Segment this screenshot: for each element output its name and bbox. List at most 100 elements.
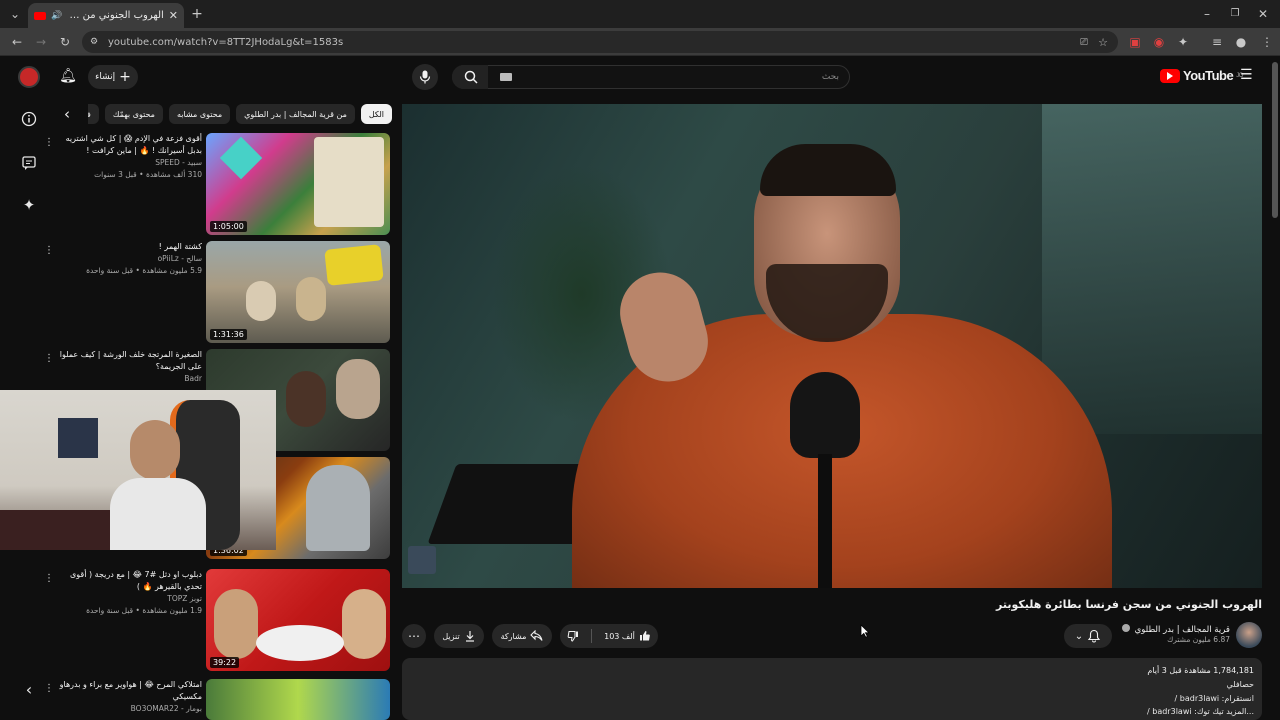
channel-name[interactable]: توبز TOPZ: [54, 593, 202, 605]
browser-tab[interactable]: ✕ الهروب الجنوني من سجن فرنس 🔊: [28, 3, 184, 28]
list-item[interactable]: ⋮ أقوى فزعة في الإدم 😱 | كل شي اشتريه بد…: [44, 133, 390, 235]
youtube-masthead: 🔔︎ إنشاء + بحث YouTube JO ☰: [0, 56, 1280, 98]
account-avatar[interactable]: [18, 66, 40, 88]
chip-for-you[interactable]: محتوى بهمّك: [104, 104, 163, 124]
views-and-date: 1,784,181 مشاهدة قبل 3 أيام: [1147, 666, 1254, 675]
list-item[interactable]: ⋮ امتلاكي المرح 😂 | هواوير مع براء و بدر…: [44, 679, 390, 720]
video-title[interactable]: أقوى فزعة في الإدم 😱 | كل شي اشتريه بدبل…: [54, 133, 202, 157]
media-controls-icon[interactable]: ≡: [1208, 33, 1226, 51]
thumbnail-art: [314, 137, 384, 227]
plus-icon: +: [119, 69, 131, 85]
description-line[interactable]: انستقرام: badr3lawi /: [1175, 694, 1254, 703]
minimize-icon[interactable]: –: [1198, 5, 1216, 23]
address-bar[interactable]: ⚙ youtube.com/watch?v=8TT2JHodaLg&t=1583…: [82, 31, 1118, 53]
browser-tab-strip: ⌄ ✕ الهروب الجنوني من سجن فرنس 🔊 + – ❐ ✕: [0, 0, 1280, 28]
site-info-icon[interactable]: ⚙: [90, 37, 98, 47]
channel-name[interactable]: قرية المجالف | بدر الطلوي: [1135, 625, 1230, 635]
video-title[interactable]: الصغيرة المرتجة خلف الورشة | كيف عملوا ع…: [54, 349, 202, 373]
download-label: تنزيل: [442, 631, 460, 641]
more-horizontal-icon: ⋯: [408, 629, 420, 643]
video-thumbnail[interactable]: [206, 679, 390, 720]
back-icon[interactable]: ←: [8, 33, 26, 51]
mouse-cursor-icon: [860, 624, 870, 638]
extensions-puzzle-icon[interactable]: ✦: [1174, 33, 1192, 51]
channel-name[interactable]: بومار - BO3OMAR22: [54, 703, 202, 715]
video-thumbnail[interactable]: 1:05:00: [206, 133, 390, 235]
page-scrollbar[interactable]: [1272, 62, 1278, 218]
chip-related[interactable]: محتوى مشابه: [168, 104, 231, 124]
search-keyboard-icon[interactable]: [500, 73, 512, 81]
video-thumbnail[interactable]: 1:31:36: [206, 241, 390, 343]
create-button[interactable]: إنشاء +: [88, 65, 138, 89]
channel-avatar[interactable]: [1236, 622, 1262, 648]
search-button[interactable]: [452, 65, 488, 89]
more-options-icon[interactable]: ⋮: [44, 573, 54, 584]
more-options-icon[interactable]: ⋮: [44, 245, 54, 256]
description-line[interactable]: ...المزيد تيك توك: badr3lawi /: [1147, 707, 1254, 716]
bookmark-star-icon[interactable]: ☆: [1098, 36, 1108, 49]
extension-red-icon[interactable]: ▣: [1126, 33, 1144, 51]
download-button[interactable]: تنزيل: [434, 624, 484, 648]
more-options-icon[interactable]: ⋮: [44, 353, 54, 364]
chevron-down-icon: ⌄: [1074, 630, 1084, 642]
thumbnail-art: [296, 277, 326, 321]
tab-list-chevron-icon[interactable]: ⌄: [6, 5, 24, 23]
player-mic-stand: [818, 454, 832, 588]
video-meta: الصغيرة المرتجة خلف الورشة | كيف عملوا ع…: [54, 349, 202, 385]
forward-icon[interactable]: →: [32, 33, 50, 51]
more-options-icon[interactable]: ⋮: [44, 683, 54, 694]
channel-name[interactable]: Badr: [54, 373, 202, 385]
video-meta: أقوى فزعة في الإدم 😱 | كل شي اشتريه بدبل…: [54, 133, 202, 181]
webcam-overlay: [0, 390, 276, 550]
video-title[interactable]: دبلوب او دثل #7 😂 | مع دريجة ( أقوى تحدي…: [54, 569, 202, 593]
tab-close-icon[interactable]: ✕: [169, 9, 178, 22]
duration-badge: 39:22: [210, 657, 240, 668]
chip-all[interactable]: الكل: [360, 104, 392, 124]
cast-icon[interactable]: ⎚: [1080, 37, 1088, 48]
restore-icon[interactable]: ❐: [1226, 5, 1244, 23]
dislike-icon[interactable]: [567, 630, 579, 642]
sparkle-ai-icon[interactable]: ✦: [18, 194, 40, 216]
thumbnail-art: [214, 589, 258, 659]
description-line: حصافلي: [1226, 680, 1254, 689]
rail-collapse-chevron-icon[interactable]: ‹: [18, 678, 40, 700]
video-player[interactable]: [402, 104, 1262, 588]
video-thumbnail[interactable]: 39:22: [206, 569, 390, 671]
voice-search-button[interactable]: [412, 64, 438, 90]
channel-watermark[interactable]: [408, 546, 436, 574]
chat-icon[interactable]: [18, 152, 40, 174]
more-actions-button[interactable]: ⋯: [402, 624, 426, 648]
info-icon[interactable]: [18, 108, 40, 130]
reload-icon[interactable]: ↻: [56, 33, 74, 51]
video-title[interactable]: امتلاكي المرح 😂 | هواوير مع براء و بدرها…: [54, 679, 202, 703]
close-window-icon[interactable]: ✕: [1254, 5, 1272, 23]
like-icon[interactable]: [639, 630, 651, 642]
chrome-menu-icon[interactable]: ⋮: [1258, 33, 1276, 51]
chip-videos[interactable]: فيديوهات: [88, 104, 99, 124]
notifications-bell-icon[interactable]: 🔔︎: [58, 66, 78, 86]
list-item[interactable]: ⋮ كشتة الهمر ! سالح - oPiiLz 5.9 مليون م…: [44, 241, 390, 343]
chip-from-channel[interactable]: من قرية المجالف | بدر الطلوي: [236, 104, 355, 124]
subscribed-notifications-button[interactable]: ⌄: [1064, 624, 1112, 648]
subscriber-count: 6.87 مليون مشترك: [1167, 635, 1230, 644]
like-divider: [591, 629, 593, 643]
more-options-icon[interactable]: ⋮: [44, 137, 54, 148]
audio-icon[interactable]: 🔊: [51, 11, 62, 21]
share-icon: [530, 630, 543, 641]
verified-check-icon: [1121, 624, 1130, 632]
channel-info: قرية المجالف | بدر الطلوي 6.87 مليون مشت…: [1110, 624, 1230, 644]
profile-avatar-icon[interactable]: ●: [1232, 33, 1250, 51]
share-button[interactable]: مشاركة: [492, 624, 552, 648]
guide-menu-icon[interactable]: ☰: [1240, 68, 1256, 82]
extension-recorder-icon[interactable]: ◉: [1150, 33, 1168, 51]
channel-name[interactable]: سبيد - SPEED: [54, 157, 202, 169]
channel-name[interactable]: سالح - oPiiLz: [54, 253, 202, 265]
video-title[interactable]: كشتة الهمر !: [54, 241, 202, 253]
new-tab-icon[interactable]: +: [188, 5, 206, 23]
player-window-frame: [1042, 104, 1262, 434]
microphone-icon: [419, 70, 431, 84]
list-item[interactable]: ⋮ دبلوب او دثل #7 😂 | مع دريجة ( أقوى تح…: [44, 569, 390, 671]
youtube-logo[interactable]: YouTube JO: [1160, 68, 1243, 83]
chips-prev-chevron-icon[interactable]: ‹: [64, 106, 70, 122]
description-box[interactable]: 1,784,181 مشاهدة قبل 3 أيام حصافلي انستق…: [402, 658, 1262, 720]
